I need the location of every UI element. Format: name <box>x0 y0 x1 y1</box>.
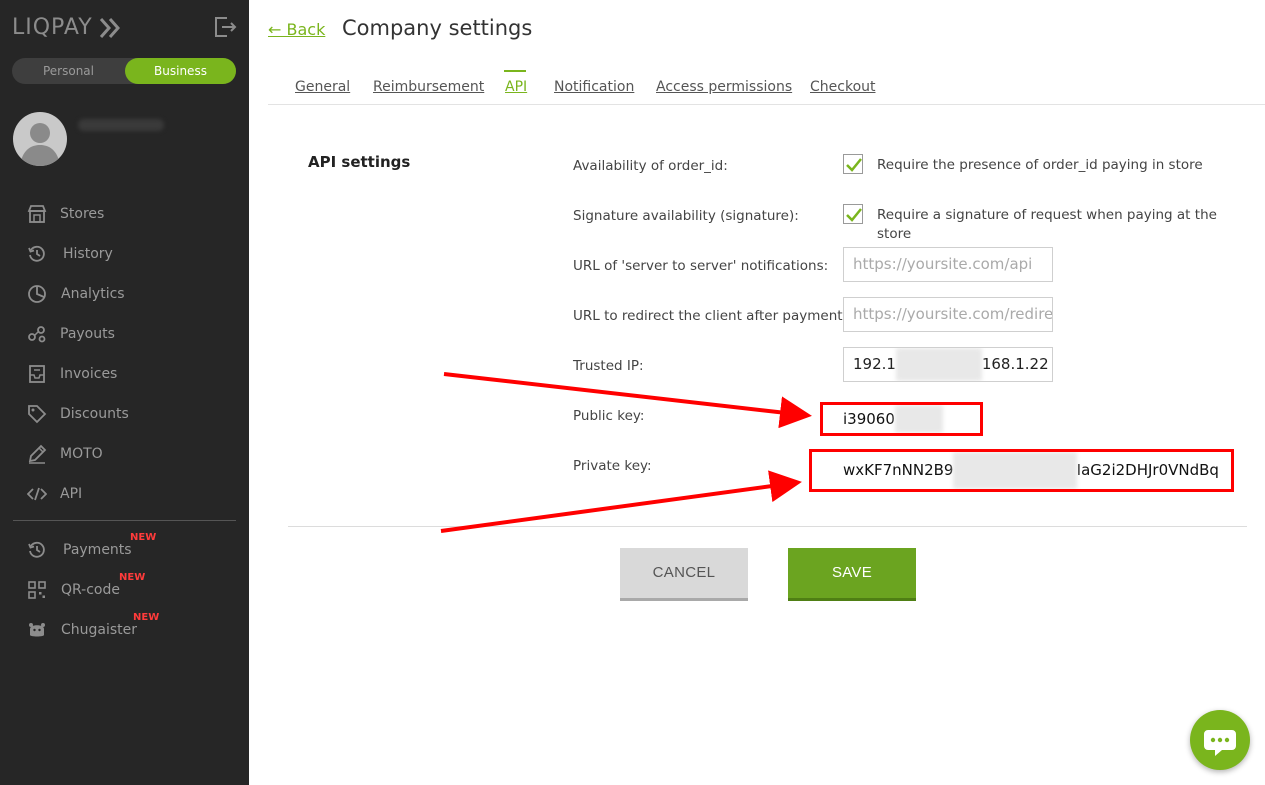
pie-chart-icon <box>28 285 46 303</box>
cancel-button[interactable]: CANCEL <box>620 548 748 601</box>
pen-icon <box>28 444 47 464</box>
redirect-url-label: URL to redirect the client after payment… <box>573 308 848 324</box>
sidebar-item-label: Payouts <box>60 326 115 342</box>
tab-api[interactable]: API <box>505 79 527 95</box>
save-button[interactable]: SAVE <box>788 548 916 601</box>
signature-label: Signature availability (signature): <box>573 208 799 224</box>
payouts-icon <box>28 326 46 343</box>
avatar[interactable] <box>13 112 67 166</box>
private-key-field[interactable]: wxKF7nNN2B9xCCDF0qgMXQ9IaG2i2DHJr0VNdBq <box>809 449 1234 492</box>
sidebar-item-chugaister[interactable]: Chugaister NEW <box>0 610 249 650</box>
order-id-checkbox[interactable] <box>843 154 863 174</box>
switch-personal[interactable]: Personal <box>12 58 125 84</box>
new-badge: NEW <box>133 612 160 623</box>
new-badge: NEW <box>130 532 157 543</box>
tag-icon <box>28 405 47 424</box>
sidebar-item-history[interactable]: History <box>0 234 249 274</box>
chat-bubble-icon <box>1204 730 1236 756</box>
redacted-value: xCCDF0qgMXQ9 <box>953 452 1077 489</box>
private-key-value-end: IaG2i2DHJr0VNdBq <box>1076 461 1219 479</box>
redacted-value: 68.1.1,192. <box>895 348 982 381</box>
sidebar-item-moto[interactable]: MOTO <box>0 434 249 474</box>
tab-access-permissions[interactable]: Access permissions <box>656 79 792 95</box>
trusted-ip-label: Trusted IP: <box>573 358 644 374</box>
sidebar-item-invoices[interactable]: Invoices <box>0 354 249 394</box>
active-tab-indicator <box>504 70 526 72</box>
username-redacted <box>78 119 164 131</box>
sidebar-item-payments[interactable]: Payments NEW <box>0 530 249 570</box>
private-key-value-start: wxKF7nNN2B9 <box>843 461 954 479</box>
account-type-switch: Personal Business <box>12 58 236 84</box>
redacted-value: 45469 <box>894 405 943 433</box>
sidebar-item-label: Analytics <box>61 286 125 302</box>
server-url-input[interactable]: https://yoursite.com/api <box>843 247 1053 282</box>
logo-chevrons-icon <box>99 18 121 38</box>
trusted-ip-value-start: 192.1 <box>853 355 896 373</box>
public-key-field[interactable]: i3906045469 <box>820 402 983 436</box>
private-key-label: Private key: <box>573 458 652 474</box>
sidebar-divider <box>13 520 236 521</box>
order-id-label: Availability of order_id: <box>573 158 728 174</box>
code-icon <box>27 487 47 501</box>
user-silhouette-icon <box>20 123 60 166</box>
sidebar-item-payouts[interactable]: Payouts <box>0 314 249 354</box>
sidebar-item-api[interactable]: API <box>0 474 249 514</box>
sidebar-item-label: API <box>60 486 83 502</box>
checkmark-icon <box>846 158 862 172</box>
trusted-ip-input[interactable]: 192.168.1.1,192.168.1.22 <box>843 347 1053 382</box>
checkmark-icon <box>846 208 862 222</box>
store-icon <box>27 205 47 223</box>
sidebar-item-label: Chugaister <box>61 622 138 638</box>
new-badge: NEW <box>119 572 146 583</box>
sidebar-item-label: Payments <box>63 542 132 558</box>
qr-code-icon <box>28 581 46 599</box>
public-key-value: i39060 <box>843 410 895 428</box>
sidebar-item-label: QR-code <box>61 582 120 598</box>
arrow-to-private-key <box>440 470 802 533</box>
server-url-label: URL of 'server to server' notifications: <box>573 258 829 274</box>
sidebar-item-label: MOTO <box>60 446 103 462</box>
sidebar-item-label: History <box>63 246 113 262</box>
liqpay-logo: LIQPAY <box>12 15 93 40</box>
public-key-label: Public key: <box>573 408 645 424</box>
redirect-url-input[interactable]: https://yoursite.com/redirect <box>843 297 1053 332</box>
tab-notification[interactable]: Notification <box>554 79 634 95</box>
tab-reimbursement[interactable]: Reimbursement <box>373 79 484 95</box>
section-divider <box>288 526 1247 527</box>
chugaister-icon <box>29 623 45 637</box>
sidebar-item-stores[interactable]: Stores <box>0 194 249 234</box>
sidebar-item-qr-code[interactable]: QR-code NEW <box>0 570 249 610</box>
chat-button[interactable] <box>1190 710 1250 770</box>
page-title: Company settings <box>342 16 533 40</box>
signature-checkbox[interactable] <box>843 204 863 224</box>
app-root: LIQPAY Personal Business Stores History … <box>0 0 1265 785</box>
history-icon <box>28 541 45 558</box>
history-icon <box>28 245 45 262</box>
sidebar-item-label: Discounts <box>60 406 129 422</box>
section-title: API settings <box>308 153 411 171</box>
trusted-ip-value-end: 168.1.22 <box>981 355 1049 373</box>
logout-icon[interactable] <box>213 16 237 38</box>
sidebar-item-label: Invoices <box>60 366 118 382</box>
order-id-description: Require the presence of order_id paying … <box>877 157 1203 173</box>
switch-business[interactable]: Business <box>125 58 236 84</box>
tab-checkout[interactable]: Checkout <box>810 79 876 95</box>
settings-tabs: General Reimbursement API Notification A… <box>268 70 1265 105</box>
sidebar: LIQPAY Personal Business Stores History … <box>0 0 249 785</box>
invoice-icon <box>29 365 45 383</box>
sidebar-item-label: Stores <box>60 206 105 222</box>
back-link[interactable]: ← Back <box>268 20 325 39</box>
sidebar-item-analytics[interactable]: Analytics <box>0 274 249 314</box>
signature-description: Require a signature of request when payi… <box>877 207 1217 242</box>
sidebar-item-discounts[interactable]: Discounts <box>0 394 249 434</box>
tab-general[interactable]: General <box>295 79 350 95</box>
